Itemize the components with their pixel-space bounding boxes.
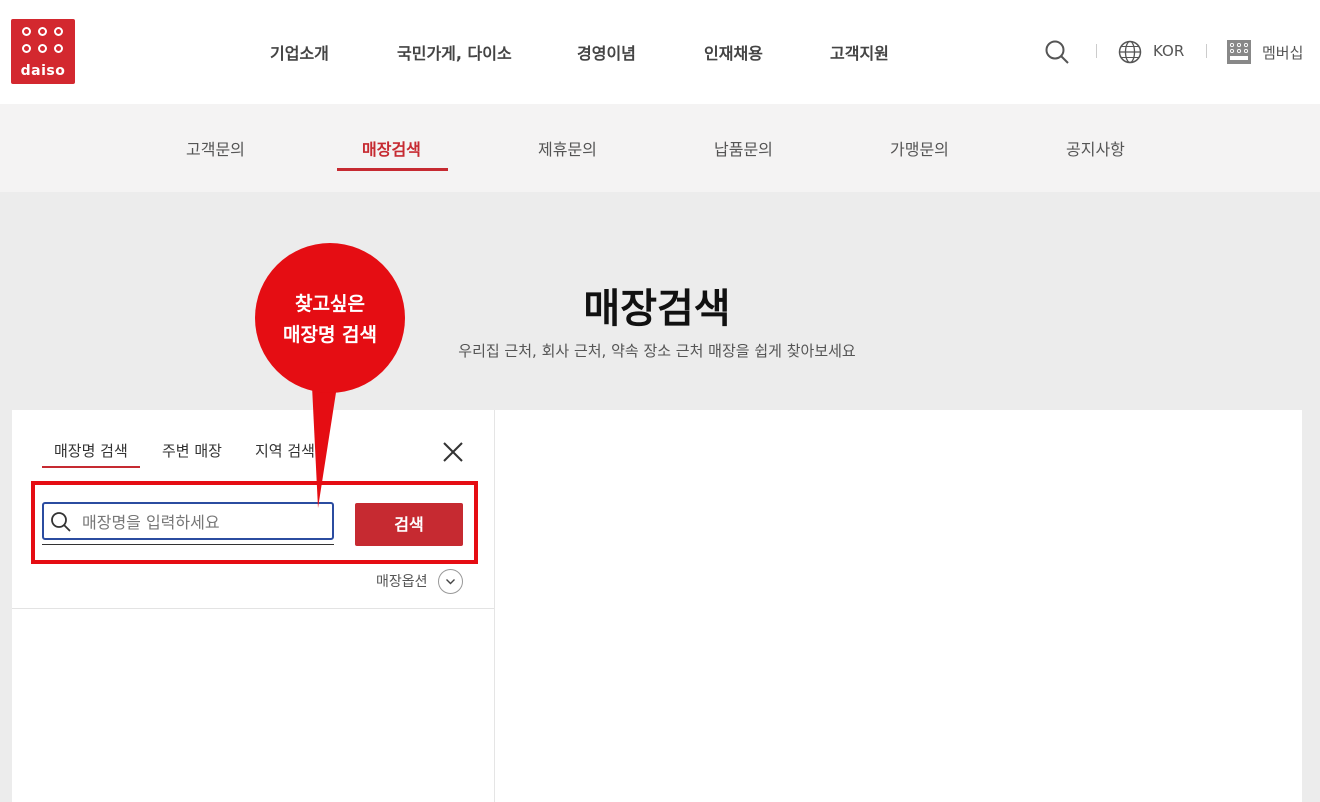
tab-store-name-search[interactable]: 매장명 검색 (54, 440, 128, 461)
logo-dot (54, 44, 63, 53)
map-area[interactable] (494, 410, 1302, 802)
store-search-panel (12, 410, 494, 802)
logo-dot (22, 27, 31, 36)
panel-divider (12, 608, 494, 609)
store-options-label[interactable]: 매장옵션 (376, 571, 428, 591)
nav-item-support[interactable]: 고객지원 (830, 40, 889, 64)
nav-item-company[interactable]: 기업소개 (270, 40, 329, 64)
divider (1096, 44, 1097, 58)
logo-dot (38, 27, 47, 36)
logo-dot (38, 44, 47, 53)
sub-navigation: 고객문의 매장검색 제휴문의 납품문의 가맹문의 공지사항 (0, 104, 1320, 192)
subnav-item-notice[interactable]: 공지사항 (1066, 136, 1125, 160)
divider (1206, 44, 1207, 58)
site-header: daiso 기업소개 국민가게, 다이소 경영이념 인재채용 고객지원 KOR … (0, 0, 1320, 104)
search-icon[interactable] (1044, 39, 1070, 65)
language-label[interactable]: KOR (1153, 42, 1184, 60)
callout-bubble: 찾고싶은 매장명 검색 (255, 243, 405, 393)
page-title: 매장검색 (583, 286, 731, 332)
subnav-active-indicator (337, 168, 448, 171)
page-subtitle: 우리집 근처, 회사 근처, 약속 장소 근처 매장을 쉽게 찾아보세요 (458, 342, 856, 360)
membership-icon[interactable] (1227, 40, 1251, 64)
callout-line-2: 매장명 검색 (282, 324, 377, 346)
active-tab-indicator (42, 466, 140, 468)
nav-item-philosophy[interactable]: 경영이념 (577, 40, 636, 64)
daiso-logo[interactable]: daiso (11, 19, 75, 84)
subnav-item-inquiry[interactable]: 고객문의 (186, 136, 245, 160)
tab-nearby-stores[interactable]: 주변 매장 (162, 440, 222, 461)
logo-dot (22, 44, 31, 53)
nav-item-recruit[interactable]: 인재채용 (704, 40, 763, 64)
subnav-item-supply[interactable]: 납품문의 (714, 136, 773, 160)
membership-label[interactable]: 멤버십 (1262, 42, 1303, 63)
nav-item-daiso[interactable]: 국민가게, 다이소 (397, 40, 512, 64)
subnav-item-store-search[interactable]: 매장검색 (362, 136, 421, 160)
subnav-item-franchise[interactable]: 가맹문의 (890, 136, 949, 160)
callout-line-1: 찾고싶은 (295, 293, 365, 315)
logo-text: daiso (20, 63, 66, 79)
tab-region-search[interactable]: 지역 검색 (255, 440, 315, 461)
close-icon[interactable] (441, 440, 465, 464)
subnav-item-partnership[interactable]: 제휴문의 (538, 136, 597, 160)
logo-dot (54, 27, 63, 36)
store-options-toggle[interactable] (438, 569, 463, 594)
highlight-box (31, 481, 478, 564)
chevron-down-icon (446, 579, 455, 585)
globe-icon[interactable] (1118, 40, 1142, 64)
